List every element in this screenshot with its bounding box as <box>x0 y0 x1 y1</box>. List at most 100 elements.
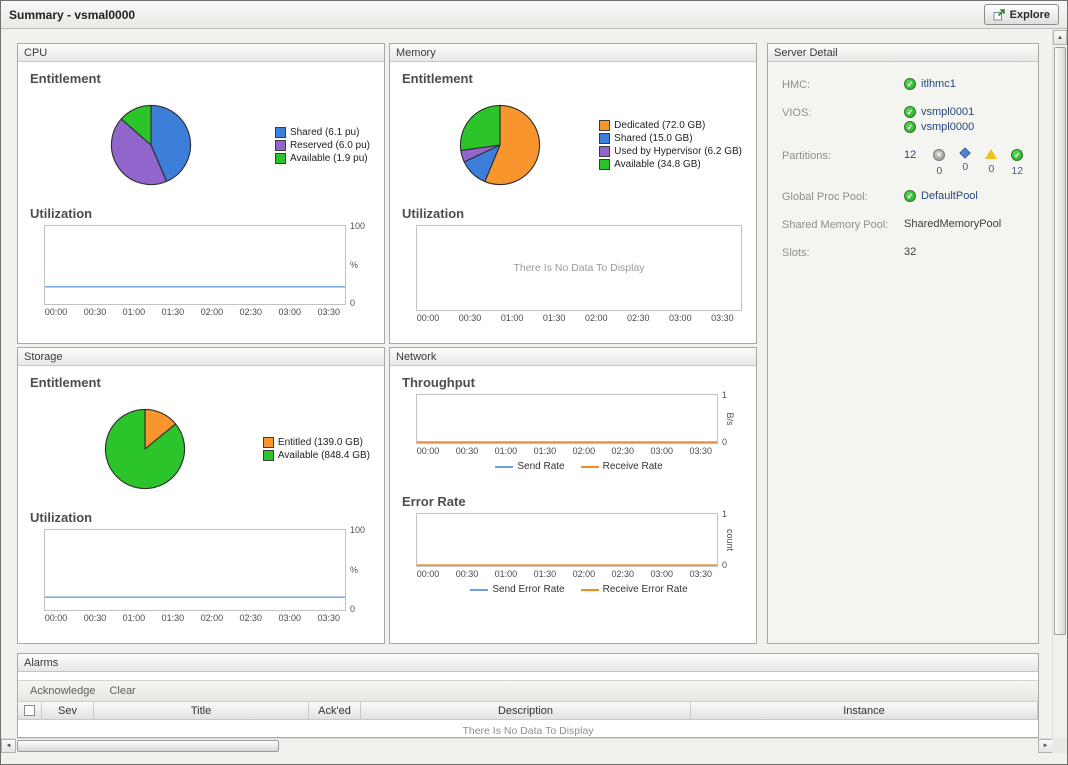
scroll-up-button[interactable]: ▲ <box>1053 30 1067 45</box>
legend-label: Used by Hypervisor (6.2 GB) <box>614 146 742 157</box>
partition-state-count: 12 <box>1011 165 1023 177</box>
y-axis-label: 0 <box>722 437 727 447</box>
explore-button[interactable]: Explore <box>984 4 1059 25</box>
warning-status-icon <box>985 149 997 159</box>
x-axis-labels: 00:0000:3001:0001:3002:0002:3003:0003:30 <box>416 567 718 580</box>
legend-item: Receive Rate <box>581 461 663 472</box>
alarms-clear-button[interactable]: Clear <box>109 685 135 697</box>
legend-item: Shared (15.0 GB) <box>599 133 742 144</box>
x-tick-label: 00:00 <box>417 446 440 456</box>
chart-legend: Send Rate Receive Rate <box>416 461 742 472</box>
server-detail-value-line: ✓vsmpl0000 <box>904 121 1030 133</box>
storage-entitlement-pie[interactable] <box>102 406 188 492</box>
partition-state-offline: ✕0 <box>926 149 952 177</box>
legend-label: Send Error Rate <box>492 584 564 595</box>
alarms-select-all-cell <box>18 702 42 719</box>
y-axis-label: % <box>350 260 358 270</box>
partition-state-unknown: 0 <box>952 149 978 173</box>
server-detail-value: ✓DefaultPool <box>904 190 1030 205</box>
unknown-status-icon <box>960 147 971 158</box>
vertical-scrollbar-thumb[interactable] <box>1054 47 1066 635</box>
y-axis: 1count0 <box>718 513 742 567</box>
server-detail-value-text: 32 <box>904 246 916 258</box>
x-tick-label: 00:00 <box>45 307 68 317</box>
legend-label: Entitled (139.0 GB) <box>278 437 363 448</box>
partition-state-warning: 0 <box>978 149 1004 175</box>
alarms-column-header[interactable]: Instance <box>691 702 1038 719</box>
storage-panel-title: Storage <box>24 351 63 363</box>
memory-entitlement-pie[interactable] <box>457 102 543 188</box>
scroll-right-button[interactable]: ► <box>1038 739 1053 753</box>
partitions-total[interactable]: 12 <box>904 149 916 161</box>
x-tick-label: 01:30 <box>162 613 185 623</box>
horizontal-scrollbar[interactable]: ◄ ► <box>1 738 1053 753</box>
server-detail-panel: Server Detail HMC:✓itlhmc1VIOS:✓vsmpl000… <box>767 43 1039 644</box>
y-axis-label: count <box>725 529 735 551</box>
cpu-entitlement-chart: Shared (6.1 pu)Reserved (6.0 pu)Availabl… <box>28 89 374 201</box>
legend-swatch <box>599 120 610 131</box>
legend-item: Send Rate <box>495 461 564 472</box>
select-all-checkbox[interactable] <box>24 705 35 716</box>
x-axis-labels: 00:0000:3001:0001:3002:0002:3003:0003:30 <box>416 444 718 457</box>
server-detail-value-line: ✓vsmpl0001 <box>904 106 1030 118</box>
alarms-acknowledge-button[interactable]: Acknowledge <box>30 685 95 697</box>
legend-item: Send Error Rate <box>470 584 564 595</box>
legend-line-swatch <box>581 466 599 468</box>
alarms-column-header[interactable]: Description <box>361 702 691 719</box>
server-detail-value-text[interactable]: DefaultPool <box>921 190 978 202</box>
storage-utilization-heading: Utilization <box>30 510 374 525</box>
alarms-toolbar: Acknowledge Clear <box>18 680 1038 702</box>
cpu-entitlement-pie[interactable] <box>108 102 194 188</box>
storage-entitlement-heading: Entitlement <box>30 375 374 390</box>
server-detail-value-text[interactable]: vsmpl0000 <box>921 121 974 133</box>
x-tick-label: 02:30 <box>612 569 635 579</box>
x-tick-label: 00:30 <box>456 569 479 579</box>
x-tick-label: 03:30 <box>711 313 734 323</box>
legend-swatch <box>275 127 286 138</box>
legend-item: Available (34.8 GB) <box>599 159 742 170</box>
alarms-column-header[interactable]: Ack'ed <box>309 702 361 719</box>
horizontal-scrollbar-thumb[interactable] <box>17 740 279 752</box>
y-axis-label: % <box>350 565 358 575</box>
partition-state-count: 0 <box>962 161 968 173</box>
x-tick-label: 03:30 <box>689 569 712 579</box>
alarms-column-header[interactable]: Sev <box>42 702 94 719</box>
x-tick-label: 03:30 <box>689 446 712 456</box>
server-detail-row: Slots:32 <box>782 246 1030 261</box>
x-tick-label: 00:00 <box>45 613 68 623</box>
x-tick-label: 01:30 <box>162 307 185 317</box>
server-detail-value-text[interactable]: vsmpl0001 <box>921 106 974 118</box>
legend-swatch <box>263 437 274 448</box>
server-detail-value-text[interactable]: itlhmc1 <box>921 78 956 90</box>
chart-plot-area <box>416 513 718 567</box>
x-tick-label: 01:30 <box>543 313 566 323</box>
network-panel: Network Throughput 1B/s000:0000:3001:000… <box>389 347 757 644</box>
scroll-left-button[interactable]: ◄ <box>1 739 16 753</box>
server-detail-value-line: SharedMemoryPool <box>904 218 1030 230</box>
alarms-panel: Alarms AcknowledgeClear SevTitleAck'edDe… <box>17 653 1039 738</box>
x-tick-label: 02:30 <box>612 446 635 456</box>
legend-label: Receive Error Rate <box>603 584 688 595</box>
y-axis-label: 100 <box>350 525 365 535</box>
alarms-column-header[interactable]: Title <box>94 702 309 719</box>
server-detail-value: 32 <box>904 246 1030 261</box>
x-axis-labels: 00:0000:3001:0001:3002:0002:3003:0003:30 <box>44 305 346 318</box>
server-detail-rows: HMC:✓itlhmc1VIOS:✓vsmpl0001✓vsmpl0000Par… <box>768 62 1038 261</box>
legend-item: Available (848.4 GB) <box>263 450 370 461</box>
network-panel-header: Network <box>390 348 756 366</box>
x-tick-label: 01:00 <box>495 446 518 456</box>
network-error-rate-chart: 1count000:0000:3001:0001:3002:0002:3003:… <box>416 513 742 595</box>
legend-swatch <box>275 153 286 164</box>
y-axis-label: B/s <box>725 412 735 425</box>
x-tick-label: 03:00 <box>650 569 673 579</box>
x-tick-label: 02:00 <box>573 446 596 456</box>
x-tick-label: 02:30 <box>240 613 263 623</box>
server-detail-row: VIOS:✓vsmpl0001✓vsmpl0000 <box>782 106 1030 136</box>
server-detail-value: 12✕000✓12 <box>904 149 1030 177</box>
legend-item: Receive Error Rate <box>581 584 688 595</box>
cpu-entitlement-legend: Shared (6.1 pu)Reserved (6.0 pu)Availabl… <box>275 125 374 166</box>
memory-entitlement-chart: Dedicated (72.0 GB)Shared (15.0 GB)Used … <box>400 89 746 201</box>
vertical-scrollbar[interactable]: ▲ ▼ <box>1052 30 1067 753</box>
y-axis-label: 0 <box>722 560 727 570</box>
x-tick-label: 01:30 <box>534 569 557 579</box>
